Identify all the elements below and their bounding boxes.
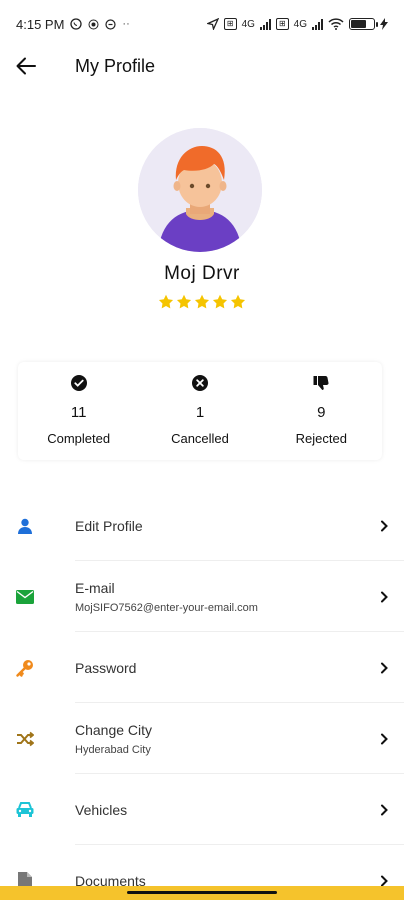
- profile-menu: Edit Profile E-mail MojSIFO7562@enter-yo…: [0, 490, 404, 900]
- cancelled-label: Cancelled: [171, 431, 229, 446]
- thumbs-down-icon: [312, 374, 330, 392]
- menu-item-label: Edit Profile: [75, 517, 143, 534]
- menu-item-label: Password: [75, 659, 137, 676]
- star-icon: [212, 294, 228, 309]
- menu-item-value: MojSIFO7562@enter-your-email.com: [75, 601, 258, 614]
- star-icon: [158, 294, 174, 309]
- completed-count: 11: [70, 404, 87, 421]
- whatsapp-icon: [70, 18, 83, 30]
- chevron-right-icon: [381, 591, 388, 602]
- stat-cancelled: 1 Cancelled: [139, 362, 260, 460]
- charging-icon: [380, 18, 388, 30]
- menu-item-label: Vehicles: [75, 801, 128, 818]
- signal-icon-1: [259, 18, 271, 30]
- completed-label: Completed: [47, 431, 111, 446]
- menu-item-vehicles[interactable]: Vehicles: [0, 774, 404, 845]
- menu-item-label: E-mail: [75, 579, 115, 596]
- status-bar: 4:15 PM ·· ⊞ 4G ⊞ 4G: [0, 0, 404, 48]
- volte-badge: ⊞: [223, 18, 237, 30]
- home-indicator[interactable]: [127, 891, 277, 894]
- status-time: 4:15 PM: [16, 16, 65, 32]
- menu-item-value: Hyderabad City: [75, 743, 151, 756]
- navigation-icon: [206, 18, 219, 30]
- arrow-left-icon: [16, 57, 36, 75]
- stat-completed: 11 Completed: [18, 362, 139, 460]
- back-button[interactable]: [12, 52, 40, 80]
- mail-icon: [16, 588, 34, 606]
- more-notifications: ··: [122, 18, 130, 30]
- star-icon: [230, 294, 246, 309]
- ride-stats-card: 11 Completed 1 Cancelled 9 Rejected: [18, 362, 382, 460]
- app-bar: My Profile: [0, 48, 404, 88]
- location-sharing-icon: [88, 19, 99, 29]
- network-type-1: 4G: [241, 18, 255, 30]
- cancelled-count: 1: [195, 404, 205, 421]
- chevron-right-icon: [381, 520, 388, 531]
- rating-stars: [0, 294, 404, 310]
- check-circle-icon: [70, 374, 88, 392]
- car-icon: [16, 801, 34, 819]
- stat-rejected: 9 Rejected: [261, 362, 382, 460]
- user-name: Moj Drvr: [164, 263, 240, 284]
- battery-icon: [349, 18, 378, 30]
- wifi-icon: [328, 18, 344, 30]
- menu-item-change-city[interactable]: Change City Hyderabad City: [0, 703, 404, 774]
- chevron-right-icon: [381, 733, 388, 744]
- key-icon: [16, 659, 34, 677]
- user-icon: [16, 517, 34, 535]
- menu-item-password[interactable]: Password: [0, 632, 404, 703]
- star-icon: [176, 294, 192, 309]
- shuffle-icon: [16, 730, 34, 748]
- avatar-illustration: [138, 128, 262, 252]
- x-circle-icon: [191, 374, 209, 392]
- chevron-right-icon: [381, 662, 388, 673]
- menu-item-edit-profile[interactable]: Edit Profile: [0, 490, 404, 561]
- star-icon: [194, 294, 210, 309]
- chevron-right-icon: [381, 804, 388, 815]
- signal-icon-2: [312, 18, 323, 30]
- avatar[interactable]: [138, 128, 262, 252]
- menu-item-email[interactable]: E-mail MojSIFO7562@enter-your-email.com: [0, 561, 404, 632]
- network-type-2: 4G: [293, 18, 307, 30]
- menu-item-label: Change City: [75, 721, 153, 738]
- volte-badge-2: ⊞: [275, 18, 289, 30]
- page-title: My Profile: [75, 56, 156, 76]
- rejected-count: 9: [317, 404, 326, 421]
- chevron-right-icon: [381, 875, 388, 886]
- rejected-label: Rejected: [295, 431, 347, 446]
- sync-icon: [105, 18, 117, 30]
